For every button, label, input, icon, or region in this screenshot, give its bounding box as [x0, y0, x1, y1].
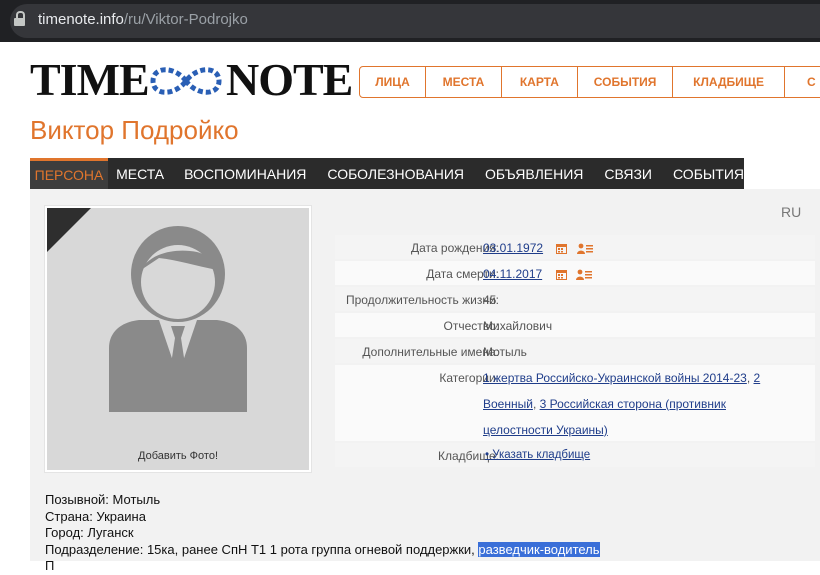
categories-value: 1 жертва Российско-Украинской войны 2014…	[483, 371, 761, 437]
tab-announcements[interactable]: ОБЪЯВЛЕНИЯ	[485, 158, 583, 189]
birth-label: Дата рождения:	[411, 241, 499, 255]
tab-memories[interactable]: ВОСПОМИНАНИЯ	[184, 158, 306, 189]
patronymic-value: Михайлович	[483, 319, 553, 333]
calendar-icon[interactable]	[555, 269, 567, 281]
nav-events[interactable]: СОБЫТИЯ	[578, 67, 674, 97]
url-path: /ru/Viktor-Podrojko	[123, 11, 248, 28]
cemetery-label: Кладбище:	[438, 449, 499, 463]
biography-text: Позывной: Мотыль Страна: Украина Город: …	[45, 492, 600, 575]
language-label[interactable]: RU	[781, 204, 801, 220]
categories-row: Категории: 1 жертва Российско-Украинской…	[335, 365, 815, 441]
death-label: Дата смерти:	[426, 267, 499, 281]
calendar-icon[interactable]	[556, 243, 568, 255]
duration-label: Продолжительность жизни:	[345, 293, 499, 307]
page-title: Виктор Подройко	[30, 115, 239, 145]
nav-places[interactable]: МЕСТА	[426, 67, 502, 97]
birth-row: Дата рождения: 03.01.1972	[335, 235, 815, 259]
birth-date-link[interactable]: 03.01.1972	[483, 241, 543, 255]
nav-cemetery[interactable]: КЛАДБИЩЕ	[673, 67, 785, 97]
person-photo[interactable]: Добавить Фото!	[45, 206, 311, 472]
death-date-link[interactable]: 04.11.2017	[483, 267, 542, 281]
url-text[interactable]: timenote.info/ru/Viktor-Podrojko	[38, 11, 248, 28]
death-value-wrap: 04.11.2017	[483, 267, 592, 281]
people-list-icon[interactable]	[575, 269, 592, 281]
bio-next-line: П	[45, 558, 55, 573]
birth-value-wrap: 03.01.1972	[483, 241, 593, 255]
browser-address-bar: timenote.info/ru/Viktor-Podrojko	[0, 0, 820, 42]
duration-value: 45	[483, 293, 497, 307]
patronymic-row: Отчество: Михайлович	[335, 313, 815, 337]
set-cemetery-link[interactable]: • Указать кладбище	[485, 449, 590, 461]
bio-callsign: Позывной: Мотыль	[45, 492, 161, 507]
nav-faces[interactable]: ЛИЦА	[360, 67, 427, 97]
site-logo[interactable]: TIME NOTE	[30, 54, 353, 105]
logo-word-note: NOTE	[226, 54, 353, 105]
category-link-war-victim[interactable]: 1 жертва Российско-Украинской войны 2014…	[483, 371, 747, 385]
tab-places[interactable]: МЕСТА	[116, 158, 164, 189]
bio-unit: Подразделение: 15ка, ранее СпН Т1 1 рота…	[45, 541, 600, 559]
add-photo-label[interactable]: Добавить Фото!	[47, 450, 309, 462]
death-row: Дата смерти: 04.11.2017	[335, 261, 815, 285]
lock-icon[interactable]	[14, 11, 25, 27]
duration-row: Продолжительность жизни: 45	[335, 287, 815, 311]
tab-condolences[interactable]: СОБОЛЕЗНОВАНИЯ	[327, 158, 464, 189]
tab-person[interactable]: ПЕРСОНА	[30, 158, 109, 189]
logo-word-time: TIME	[30, 54, 150, 105]
extra-names-label: Дополнительные имена:	[362, 345, 499, 359]
bio-unit-text: Подразделение: 15ка, ранее СпН Т1 1 рота…	[45, 541, 479, 557]
url-domain: timenote.info	[38, 11, 124, 28]
people-list-icon[interactable]	[576, 243, 593, 255]
main-navigation: ЛИЦА МЕСТА КАРТА СОБЫТИЯ КЛАДБИЩЕ С	[359, 66, 820, 98]
nav-map[interactable]: КАРТА	[502, 67, 578, 97]
cemetery-value: • Указать кладбище	[485, 449, 590, 461]
nav-more[interactable]: С	[785, 67, 820, 97]
tab-relations[interactable]: СВЯЗИ	[604, 158, 652, 189]
person-tabs: ПЕРСОНА МЕСТА ВОСПОМИНАНИЯ СОБОЛЕЗНОВАНИ…	[30, 158, 744, 189]
bio-city: Город: Луганск	[45, 525, 134, 540]
avatar-placeholder-icon	[109, 226, 247, 412]
extra-names-value: Мотыль	[483, 345, 527, 359]
cemetery-row: Кладбище: • Указать кладбище	[335, 443, 815, 467]
tab-events[interactable]: СОБЫТИЯ	[673, 158, 744, 189]
extra-names-row: Дополнительные имена: Мотыль	[335, 339, 815, 363]
infinity-icon	[150, 67, 222, 95]
patronymic-label: Отчество:	[443, 319, 500, 333]
categories-label: Категории:	[439, 371, 499, 385]
bio-country: Страна: Украина	[45, 508, 146, 524]
selected-text[interactable]: разведчик-водитель	[478, 541, 600, 557]
person-panel: RU Добавить Фото! Дата рождения: 03.01.1…	[30, 189, 820, 573]
